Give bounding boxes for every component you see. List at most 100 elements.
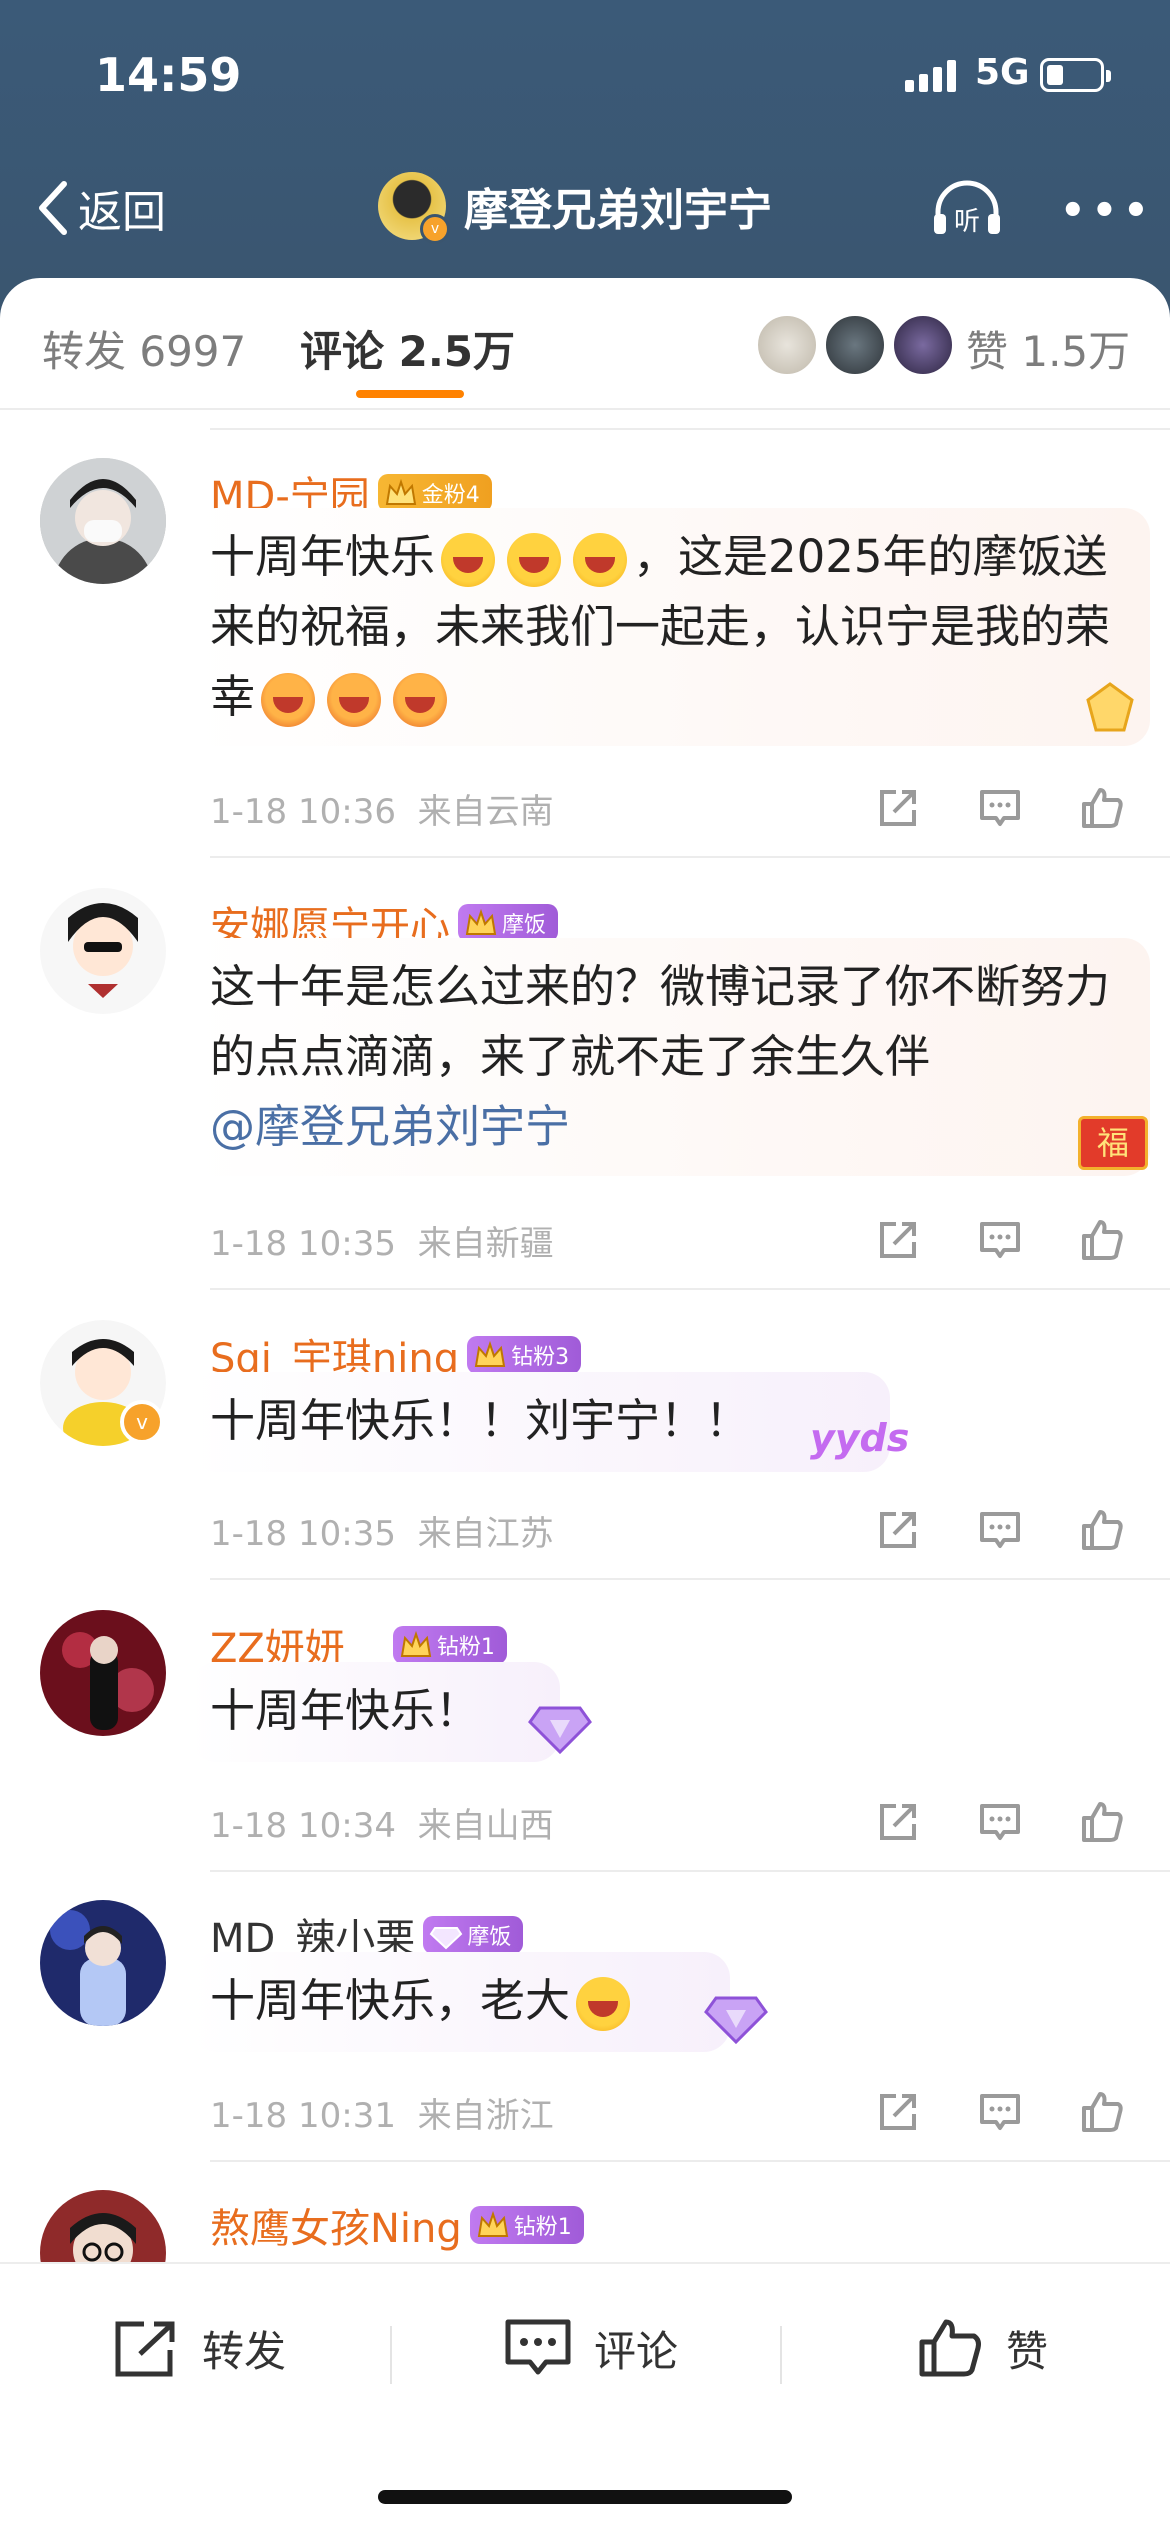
mention-link[interactable]: @摩登兄弟刘宇宁 — [210, 1100, 570, 1153]
comment-text: 十周年快乐！ — [210, 1684, 481, 1737]
comment-text: 这十年是怎么过来的？微博记录了你不断努力的点点滴滴，来了就不走了余生久伴 @摩登兄… — [210, 960, 1111, 1153]
listen-headphone-icon[interactable]: 听 — [930, 180, 1004, 238]
comment-username[interactable]: 熬鹰女孩Ning 钻粉1 — [210, 2196, 584, 2254]
crown-icon — [465, 908, 497, 935]
comment-meta: 1-18 10:35 来自江苏 — [210, 1514, 554, 1554]
share-icon[interactable] — [874, 784, 922, 832]
crown-icon — [477, 2210, 508, 2237]
repost-button[interactable]: 转发 — [112, 2316, 286, 2380]
signal-icon — [905, 58, 961, 92]
share-icon[interactable] — [874, 1506, 922, 1554]
comment-text: 十周年快乐！！刘宇宁！！ — [210, 1394, 751, 1447]
divider — [210, 1870, 1170, 1872]
laugh-cry-emoji-icon — [507, 533, 562, 587]
liker-avatars[interactable] — [756, 314, 960, 376]
crown-icon — [385, 478, 416, 505]
home-indicator[interactable] — [378, 2490, 792, 2504]
hug-emoji-icon — [261, 673, 316, 727]
crown-icon — [400, 1630, 431, 1657]
comment-bubble: 十周年快乐 ，这是2025年的摩饭送来的祝福，未来我们一起走，认识宁是我的荣幸 — [190, 508, 1150, 746]
hug-emoji-icon — [327, 673, 382, 727]
listen-label: 听 — [954, 207, 980, 237]
crown-icon — [474, 1340, 506, 1367]
comment-bubble: 十周年快乐，老大 — [190, 1952, 730, 2052]
yyds-decoration: yyds — [810, 1416, 910, 1460]
like-icon[interactable] — [1078, 784, 1126, 832]
gold-gem-decoration-icon — [1086, 682, 1134, 732]
page-title-block[interactable]: v 摩登兄弟刘宇宁 — [378, 172, 772, 244]
diamond-icon — [430, 1927, 463, 1950]
hug-emoji-icon — [393, 673, 448, 727]
repost-icon — [115, 2321, 175, 2377]
avatar[interactable]: v — [40, 1320, 166, 1454]
purple-gem-decoration-icon — [704, 1996, 768, 2045]
tab-repost[interactable]: 转发 6997 — [42, 318, 246, 379]
verified-icon: v — [120, 1400, 164, 1444]
comment-text: 十周年快乐 ，这是2025年的摩饭送来的祝福，未来我们一起走，认识宁是我的荣幸 — [210, 522, 1130, 732]
network-type: 5G — [975, 52, 1030, 93]
comment-bubble: 十周年快乐！ — [190, 1662, 560, 1762]
divider — [780, 2326, 782, 2384]
like-icon[interactable] — [1078, 1798, 1126, 1846]
divider — [0, 408, 1170, 410]
divider — [210, 428, 1170, 430]
divider — [210, 856, 1170, 858]
liker-avatar — [756, 314, 818, 376]
fan-badge: 金粉4 — [377, 474, 492, 512]
comment-text: 十周年快乐，老大 — [210, 1966, 710, 2036]
avatar[interactable] — [40, 1900, 166, 2026]
like-icon[interactable] — [1078, 1216, 1126, 1264]
avatar[interactable] — [40, 458, 166, 584]
liker-avatar — [892, 314, 954, 376]
fan-badge: 摩饭 — [458, 904, 559, 942]
more-options-icon[interactable]: ••• — [1060, 188, 1155, 234]
comment-button[interactable]: 评论 — [504, 2316, 678, 2380]
verified-icon: v — [420, 214, 450, 244]
purple-gem-decoration-icon — [528, 1706, 592, 1755]
avatar[interactable] — [40, 888, 166, 1014]
share-icon[interactable] — [874, 2088, 922, 2136]
fu-decoration-icon: 福 — [1078, 1116, 1148, 1170]
fan-badge: 钻粉1 — [392, 1626, 507, 1664]
tab-likes[interactable]: 赞 1.5万 — [966, 318, 1130, 379]
share-icon[interactable] — [874, 1798, 922, 1846]
active-tab-indicator — [356, 390, 464, 398]
divider — [210, 1578, 1170, 1580]
status-time: 14:59 — [95, 48, 242, 102]
thumbs-up-icon — [919, 2319, 981, 2377]
chevron-left-icon — [39, 181, 67, 235]
comment-meta: 1-18 10:35 来自新疆 — [210, 1224, 554, 1264]
comment-bubble: 十周年快乐！！刘宇宁！！ — [190, 1372, 890, 1472]
divider — [390, 2326, 392, 2384]
divider — [210, 2160, 1170, 2162]
fan-badge: 钻粉3 — [467, 1336, 582, 1374]
laugh-cry-emoji-icon — [573, 533, 628, 587]
reply-icon[interactable] — [976, 1216, 1024, 1264]
back-button[interactable]: 返回 — [36, 178, 166, 238]
battery-icon — [1040, 58, 1111, 92]
page-title: 摩登兄弟刘宇宁 — [464, 185, 772, 236]
comment-icon — [505, 2319, 571, 2375]
comment-bubble: 这十年是怎么过来的？微博记录了你不断努力的点点滴滴，来了就不走了余生久伴 @摩登兄… — [190, 938, 1150, 1176]
reply-icon[interactable] — [976, 1506, 1024, 1554]
bottom-action-bar: 转发 评论 赞 — [0, 2262, 1170, 2534]
reply-icon[interactable] — [976, 784, 1024, 832]
comment-meta: 1-18 10:36 来自云南 — [210, 792, 554, 832]
laugh-cry-emoji-icon — [576, 1977, 631, 2031]
like-button[interactable]: 赞 — [916, 2316, 1048, 2380]
reply-icon[interactable] — [976, 1798, 1024, 1846]
share-icon[interactable] — [874, 1216, 922, 1264]
fan-badge: 钻粉1 — [469, 2206, 584, 2244]
comment-meta: 1-18 10:34 来自山西 — [210, 1806, 554, 1846]
like-icon[interactable] — [1078, 2088, 1126, 2136]
fan-badge: 摩饭 — [423, 1916, 524, 1954]
back-label: 返回 — [78, 187, 166, 238]
divider — [210, 1288, 1170, 1290]
author-avatar: v — [378, 172, 450, 244]
like-icon[interactable] — [1078, 1506, 1126, 1554]
tab-comments[interactable]: 评论 2.5万 — [300, 318, 515, 379]
avatar[interactable] — [40, 1610, 166, 1736]
laugh-cry-emoji-icon — [441, 533, 496, 587]
reply-icon[interactable] — [976, 2088, 1024, 2136]
comment-meta: 1-18 10:31 来自浙江 — [210, 2096, 554, 2136]
